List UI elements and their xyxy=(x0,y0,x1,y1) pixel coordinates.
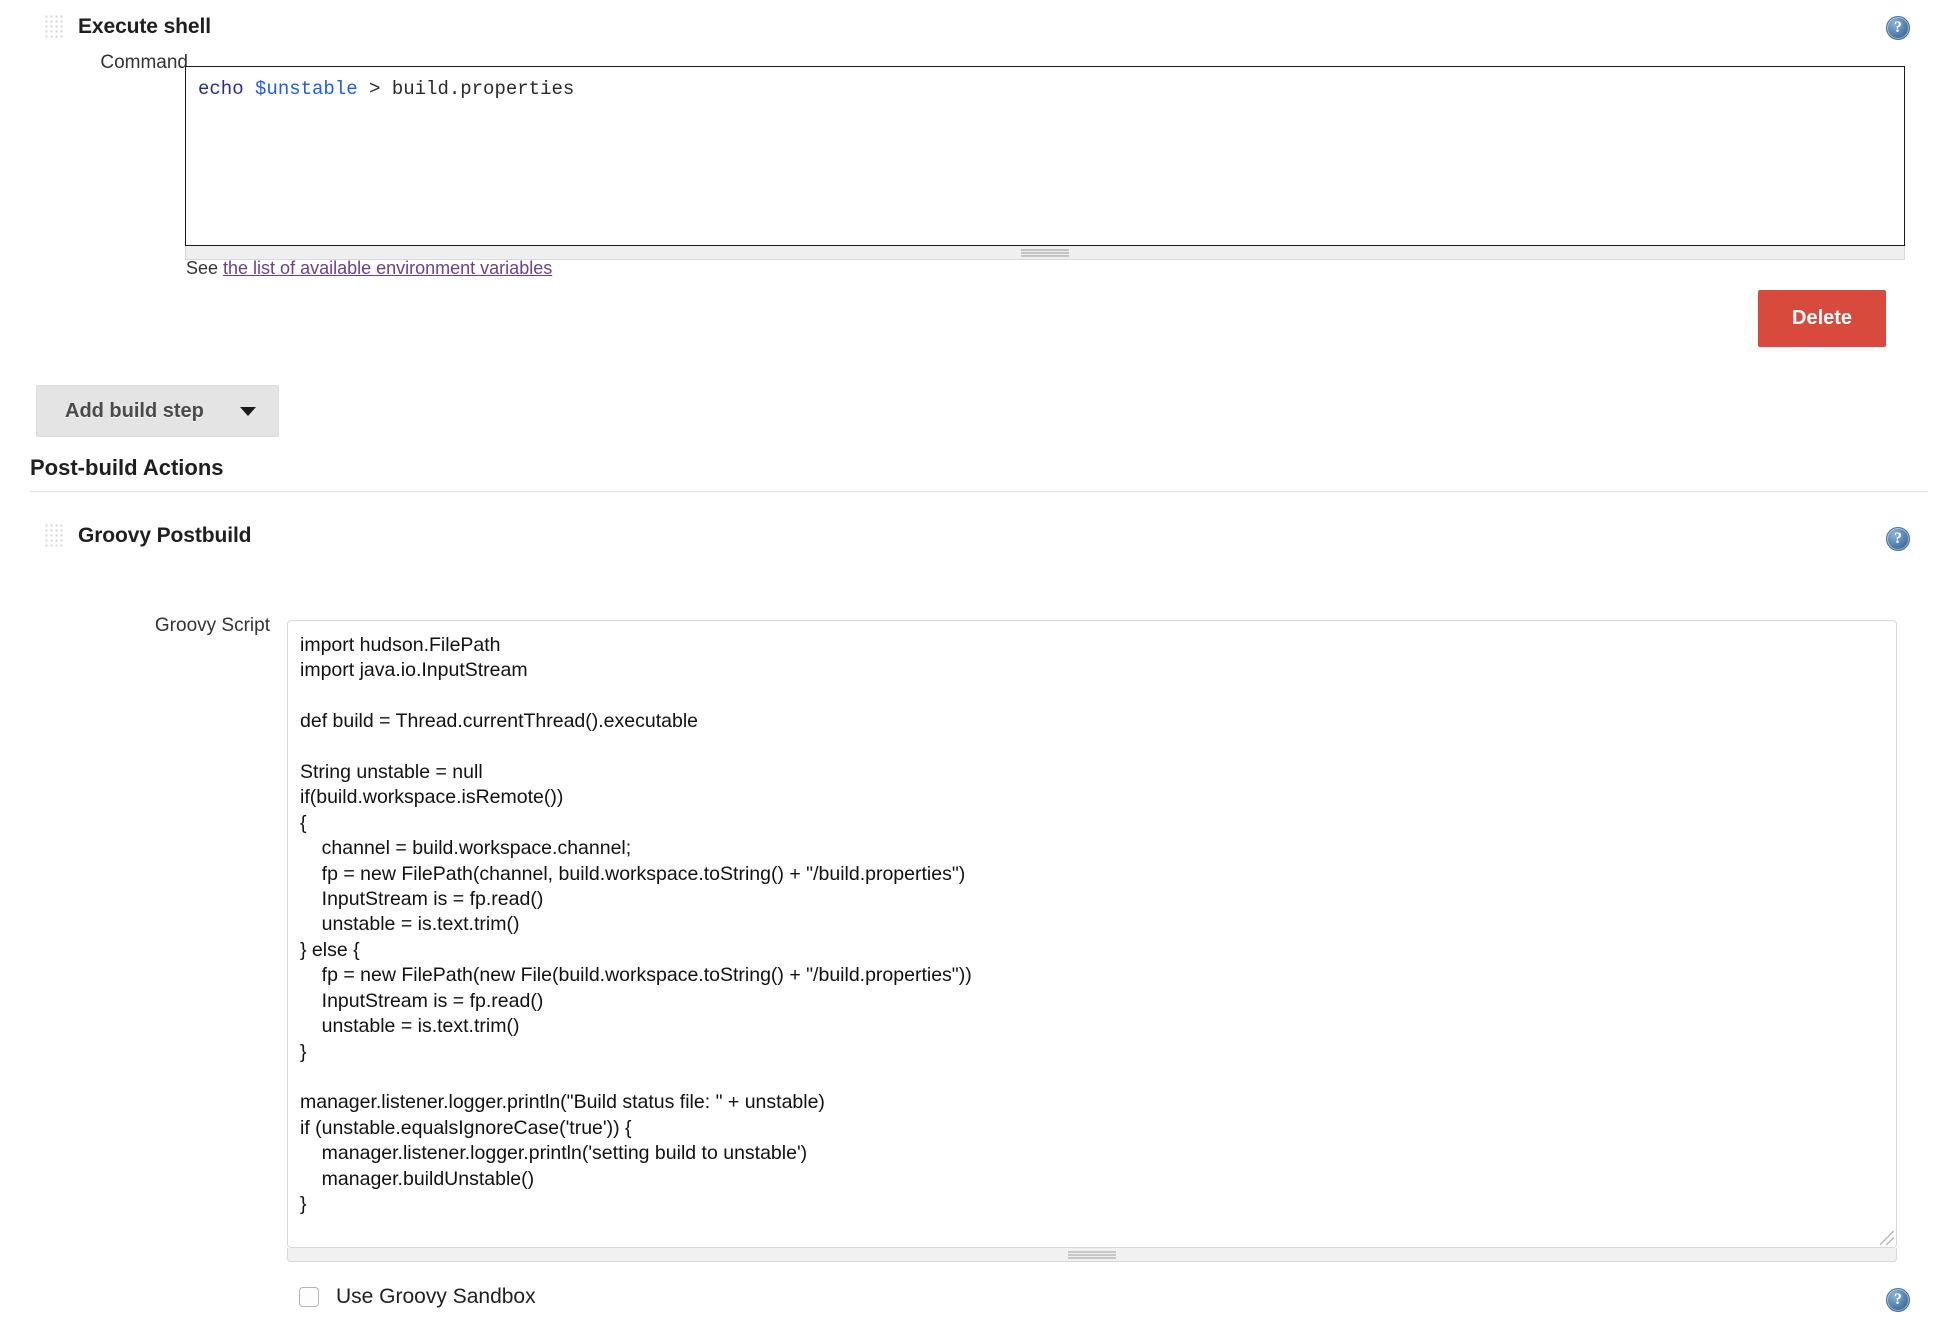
use-groovy-sandbox-label: Use Groovy Sandbox xyxy=(336,1285,536,1308)
groovy-script-field-wrapper: import hudson.FilePath import java.io.In… xyxy=(287,620,1897,1262)
groovy-postbuild-title: Groovy Postbuild xyxy=(78,524,252,547)
env-variables-hint: See the list of available environment va… xyxy=(186,258,552,279)
groovy-postbuild-header: Groovy Postbuild xyxy=(44,523,252,549)
delete-button[interactable]: Delete xyxy=(1758,290,1887,347)
help-icon-groovy-sandbox[interactable]: ? xyxy=(1886,1288,1910,1312)
command-field-wrapper: echo $unstable > build.properties xyxy=(185,66,1905,260)
command-token-variable: $unstable xyxy=(255,78,358,100)
post-build-actions-section: Post-build Actions xyxy=(30,455,1928,492)
section-divider xyxy=(30,491,1928,492)
use-groovy-sandbox-checkbox[interactable] xyxy=(299,1287,319,1307)
help-icon-groovy-postbuild[interactable]: ? xyxy=(1886,527,1910,551)
drag-handle-icon[interactable] xyxy=(44,14,64,40)
env-variables-link[interactable]: the list of available environment variab… xyxy=(223,258,552,278)
execute-shell-title: Execute shell xyxy=(78,15,211,38)
resize-grip-icon-groovy xyxy=(1068,1251,1116,1258)
post-build-actions-heading: Post-build Actions xyxy=(30,455,224,480)
execute-shell-header: Execute shell xyxy=(44,14,1914,40)
jenkins-job-config-page: Execute shell ? Command echo $unstable >… xyxy=(0,0,1958,1328)
drag-handle-icon-groovy[interactable] xyxy=(44,523,64,549)
command-token-keyword: echo xyxy=(198,78,244,100)
groovy-script-input[interactable]: import hudson.FilePath import java.io.In… xyxy=(287,620,1897,1248)
command-label: Command xyxy=(100,52,188,73)
add-build-step-button[interactable]: Add build step xyxy=(36,385,279,437)
command-token-rest: > build.properties xyxy=(357,78,575,100)
use-groovy-sandbox-row: Use Groovy Sandbox xyxy=(299,1285,536,1309)
chevron-down-icon xyxy=(239,406,256,416)
resize-grip-icon xyxy=(1021,249,1069,256)
groovy-script-label: Groovy Script xyxy=(154,615,270,636)
groovy-script-resize-handle[interactable] xyxy=(287,1248,1897,1262)
see-prefix: See xyxy=(186,258,224,278)
help-icon-execute-shell[interactable]: ? xyxy=(1886,16,1910,40)
execute-shell-block: Execute shell xyxy=(44,14,1914,40)
command-input[interactable]: echo $unstable > build.properties xyxy=(185,66,1905,246)
add-build-step-label: Add build step xyxy=(65,399,204,422)
